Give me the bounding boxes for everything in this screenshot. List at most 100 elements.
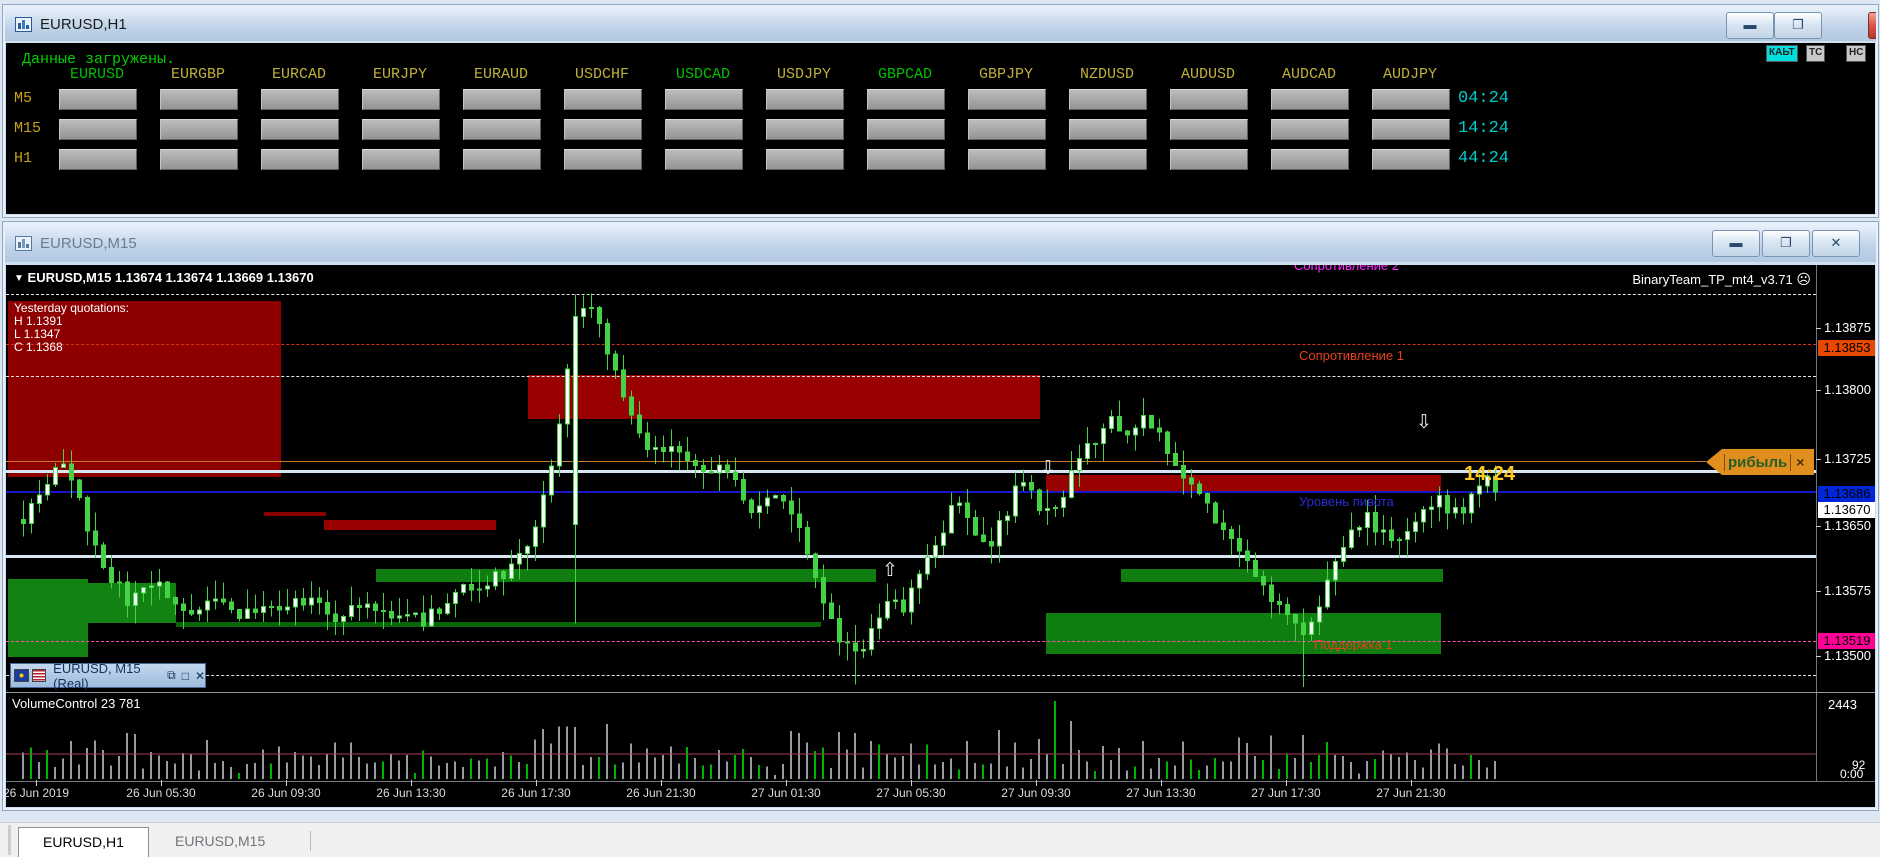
signal-button-m5-gbpcad[interactable] bbox=[867, 89, 945, 110]
candle-element bbox=[1470, 494, 1474, 513]
candle-element bbox=[1094, 443, 1098, 444]
candle-element bbox=[182, 753, 184, 779]
signal-button-m15-eurgbp[interactable] bbox=[160, 119, 238, 140]
signal-button-m15-gbpcad[interactable] bbox=[867, 119, 945, 140]
signal-button-h1-eurgbp[interactable] bbox=[160, 149, 238, 170]
profit-price-tag[interactable]: рибыль × bbox=[1706, 449, 1814, 475]
corner-badge-2[interactable]: НС bbox=[1846, 45, 1866, 62]
candle-element bbox=[1390, 754, 1392, 779]
candle-element bbox=[1070, 471, 1074, 498]
candle-element bbox=[1494, 761, 1496, 779]
signal-button-m5-nzdusd[interactable] bbox=[1069, 89, 1147, 110]
candle-element bbox=[990, 764, 992, 779]
corner-badge-1[interactable]: ТС bbox=[1806, 45, 1825, 62]
signal-button-m15-usdcad[interactable] bbox=[665, 119, 743, 140]
mini-maximize-icon[interactable]: □ bbox=[182, 669, 189, 683]
signal-button-h1-audcad[interactable] bbox=[1271, 149, 1349, 170]
candle-element bbox=[174, 597, 178, 603]
signal-button-m15-eurcad[interactable] bbox=[261, 119, 339, 140]
signal-button-m5-audcad[interactable] bbox=[1271, 89, 1349, 110]
signal-button-m15-audjpy[interactable] bbox=[1372, 119, 1450, 140]
candle-element bbox=[702, 765, 704, 779]
signal-button-h1-audjpy[interactable] bbox=[1372, 149, 1450, 170]
signal-button-m15-gbpjpy[interactable] bbox=[968, 119, 1046, 140]
candle-element bbox=[1078, 459, 1082, 471]
candle-element bbox=[822, 748, 824, 779]
signal-button-m5-usdjpy[interactable] bbox=[766, 89, 844, 110]
signal-button-h1-nzdusd[interactable] bbox=[1069, 149, 1147, 170]
yesterday-close: C 1.1368 bbox=[14, 341, 129, 354]
signal-button-h1-gbpcad[interactable] bbox=[867, 149, 945, 170]
signal-button-m5-gbpjpy[interactable] bbox=[968, 89, 1046, 110]
mini-chart-titlebar[interactable]: EURUSD, M15 (Real) ⧉ □ ✕ bbox=[10, 663, 206, 688]
candle-element bbox=[686, 747, 688, 779]
candle-element bbox=[1358, 527, 1362, 530]
candle-element bbox=[318, 598, 322, 602]
signal-button-m15-usdjpy[interactable] bbox=[766, 119, 844, 140]
window2-minimize-button[interactable]: ▬ bbox=[1712, 230, 1760, 257]
candle-element bbox=[518, 553, 522, 564]
candle-element bbox=[1222, 761, 1224, 779]
candle-element bbox=[1278, 601, 1282, 604]
candle-element bbox=[798, 733, 800, 779]
signal-button-m15-euraud[interactable] bbox=[463, 119, 541, 140]
candle-element bbox=[1206, 766, 1208, 779]
candle-element bbox=[1214, 758, 1216, 779]
candle-element bbox=[1374, 759, 1376, 779]
signal-button-h1-usdchf[interactable] bbox=[564, 149, 642, 170]
signal-button-m5-audusd[interactable] bbox=[1170, 89, 1248, 110]
candle-element bbox=[86, 748, 88, 779]
signal-button-m5-eurjpy[interactable] bbox=[362, 89, 440, 110]
signal-button-m5-usdcad[interactable] bbox=[665, 89, 743, 110]
signal-button-m5-audjpy[interactable] bbox=[1372, 89, 1450, 110]
signal-button-m15-audusd[interactable] bbox=[1170, 119, 1248, 140]
candle-element bbox=[662, 755, 664, 779]
candle-element bbox=[502, 752, 504, 779]
mini-chart-title: EURUSD, M15 (Real) bbox=[53, 661, 159, 691]
window2-close-button[interactable]: ✕ bbox=[1812, 230, 1860, 257]
mini-restore-icon[interactable]: ⧉ bbox=[167, 668, 176, 683]
candle-element bbox=[598, 308, 602, 324]
candle-element bbox=[150, 752, 152, 779]
candle-element bbox=[1414, 522, 1418, 531]
signal-button-m5-euraud[interactable] bbox=[463, 89, 541, 110]
corner-badge-0[interactable]: КАЬТ bbox=[1766, 45, 1798, 62]
resistance2-label: Сопротивление 2 bbox=[1294, 265, 1399, 273]
window1-minimize-button[interactable]: ▬ bbox=[1726, 12, 1774, 39]
profit-tag-close-icon[interactable]: × bbox=[1796, 454, 1804, 470]
signal-button-h1-eurjpy[interactable] bbox=[362, 149, 440, 170]
signal-button-h1-usdcad[interactable] bbox=[665, 149, 743, 170]
window1-maximize-button[interactable]: ❐ bbox=[1774, 12, 1822, 39]
signal-button-m5-eurgbp[interactable] bbox=[160, 89, 238, 110]
candle-element bbox=[222, 761, 224, 779]
candle-element bbox=[430, 757, 432, 779]
signal-button-m5-eurcad[interactable] bbox=[261, 89, 339, 110]
profit-tag-label: рибыль bbox=[1724, 454, 1791, 471]
candle-element bbox=[230, 767, 232, 779]
signal-button-h1-usdjpy[interactable] bbox=[766, 149, 844, 170]
signal-button-h1-audusd[interactable] bbox=[1170, 149, 1248, 170]
candle-element bbox=[454, 593, 458, 604]
signal-button-h1-gbpjpy[interactable] bbox=[968, 149, 1046, 170]
signal-button-m5-eurusd[interactable] bbox=[59, 89, 137, 110]
signal-button-m15-eurjpy[interactable] bbox=[362, 119, 440, 140]
mini-close-icon[interactable]: ✕ bbox=[195, 669, 205, 683]
collapse-arrow-icon[interactable]: ▼ bbox=[14, 273, 24, 284]
signal-button-m15-nzdusd[interactable] bbox=[1069, 119, 1147, 140]
signal-button-m5-usdchf[interactable] bbox=[564, 89, 642, 110]
window2-titlebar[interactable]: EURUSD,M15 ▬ ❐ ✕ bbox=[5, 224, 1876, 262]
tab-eurusd-h1[interactable]: EURUSD,H1 bbox=[18, 827, 149, 857]
signal-button-m15-audcad[interactable] bbox=[1271, 119, 1349, 140]
signal-button-h1-eurcad[interactable] bbox=[261, 149, 339, 170]
signal-button-m15-usdchf[interactable] bbox=[564, 119, 642, 140]
window1-close-button[interactable] bbox=[1868, 12, 1876, 39]
window1-titlebar[interactable]: EURUSD,H1 ▬ ❐ bbox=[5, 7, 1876, 41]
candle-element bbox=[62, 464, 66, 467]
signal-button-m15-eurusd[interactable] bbox=[59, 119, 137, 140]
signal-button-h1-euraud[interactable] bbox=[463, 149, 541, 170]
window2-maximize-button[interactable]: ❐ bbox=[1762, 230, 1810, 257]
candle-element bbox=[406, 615, 410, 616]
tab-eurusd-m15[interactable]: EURUSD,M15 bbox=[151, 827, 289, 856]
candle-element bbox=[54, 767, 56, 779]
signal-button-h1-eurusd[interactable] bbox=[59, 149, 137, 170]
